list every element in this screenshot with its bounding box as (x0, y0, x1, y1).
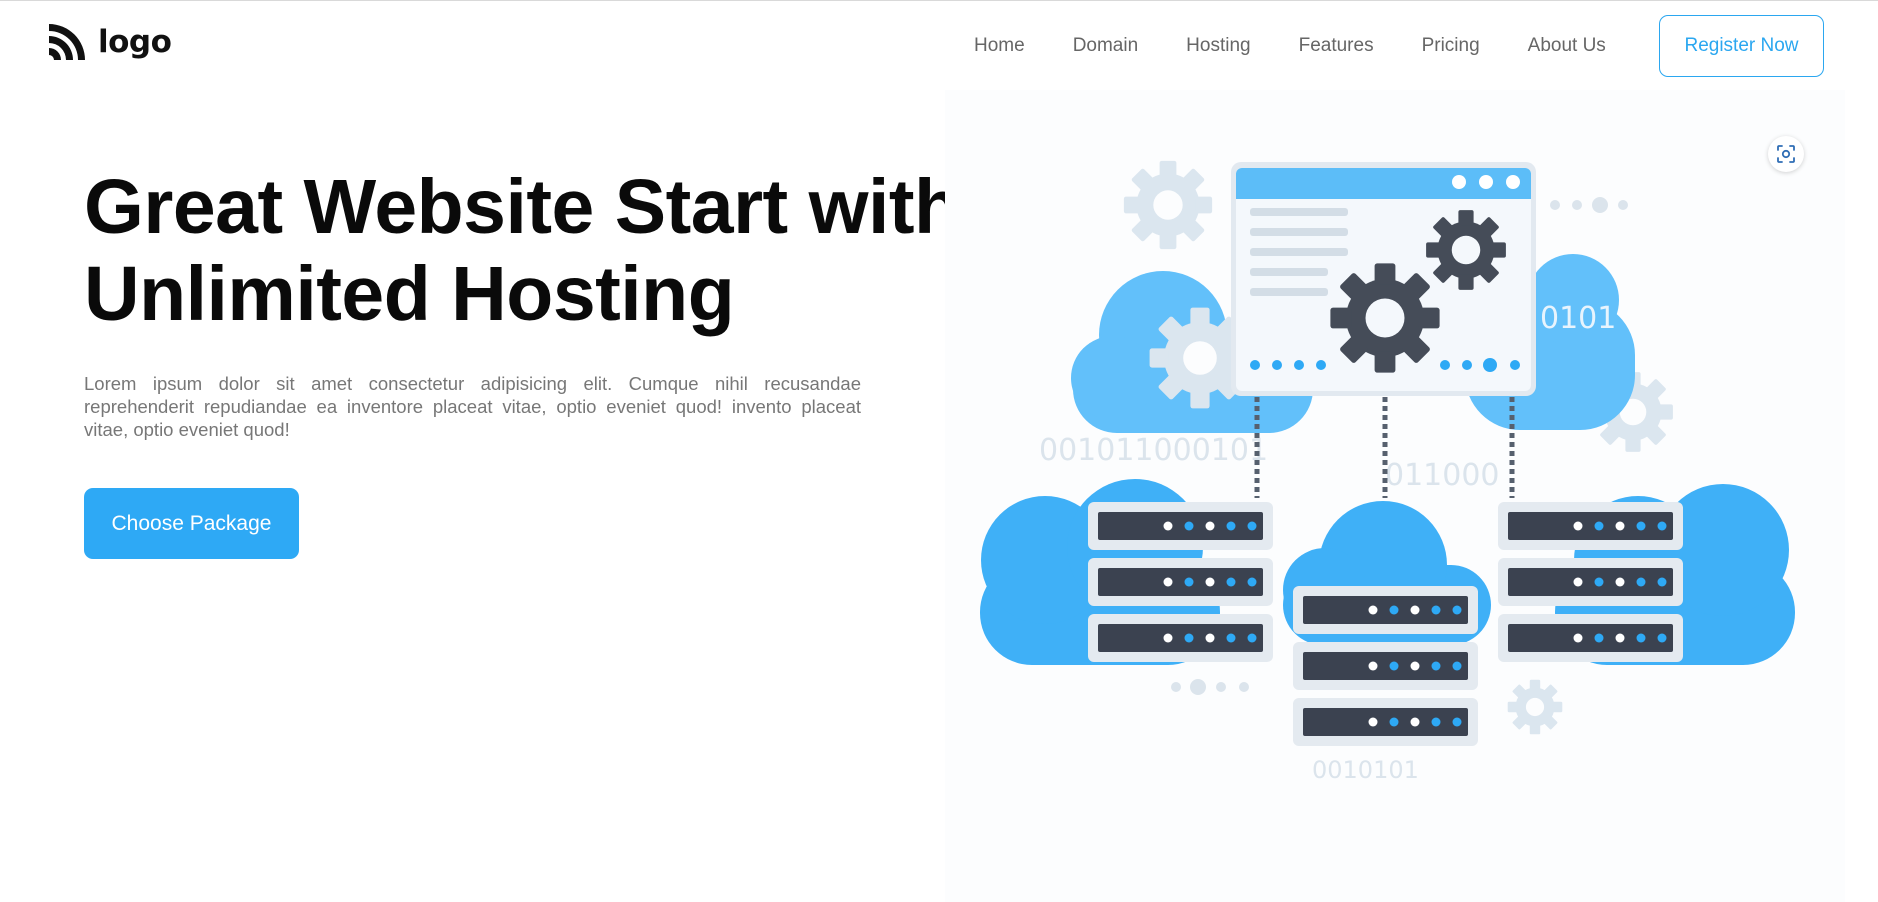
hero-description: Lorem ipsum dolor sit amet consectetur a… (84, 373, 861, 440)
nav-features[interactable]: Features (1299, 34, 1374, 58)
server-rack-left (1088, 502, 1273, 662)
register-now-button[interactable]: Register Now (1659, 15, 1824, 77)
browser-window (1231, 162, 1536, 396)
site-header: logo Home Domain Hosting Features Pricin… (0, 0, 1878, 92)
gear-icon (1507, 679, 1563, 735)
gear-icon (1123, 160, 1213, 250)
binary-text-2: 001011000101 (1039, 433, 1268, 468)
server-rack-right (1498, 502, 1683, 662)
binary-text-4: 0010101 (1312, 756, 1419, 784)
rss-arc-icon (49, 24, 85, 60)
binary-text-3: 011000 (1385, 458, 1500, 493)
visual-search-button[interactable] (1768, 136, 1804, 172)
gear-icon (1330, 263, 1440, 373)
nav-about-us[interactable]: About Us (1528, 34, 1606, 58)
hosting-illustration: 0101 001011000101 011000 0010101 (945, 90, 1845, 902)
hero-title-line-2: Unlimited Hosting (84, 251, 735, 337)
nav-home[interactable]: Home (974, 34, 1025, 58)
cloud-servers-illustration: 0101 001011000101 011000 0010101 (980, 160, 1795, 784)
visual-search-icon (1777, 145, 1795, 163)
hero-title-line-1: Great Website Start with (84, 164, 961, 250)
gear-icon (1426, 210, 1506, 290)
choose-package-button[interactable]: Choose Package (84, 488, 299, 559)
nav-hosting[interactable]: Hosting (1186, 34, 1250, 58)
main-nav: Home Domain Hosting Features Pricing Abo… (974, 34, 1606, 58)
binary-text-1: 0101 (1540, 301, 1616, 336)
nav-pricing[interactable]: Pricing (1422, 34, 1480, 58)
logo-text: logo (98, 23, 172, 60)
logo[interactable]: logo (47, 22, 172, 62)
server-rack-center (1293, 586, 1478, 746)
nav-domain[interactable]: Domain (1073, 34, 1138, 58)
hero-title: Great Website Start with Unlimited Hosti… (84, 164, 961, 338)
